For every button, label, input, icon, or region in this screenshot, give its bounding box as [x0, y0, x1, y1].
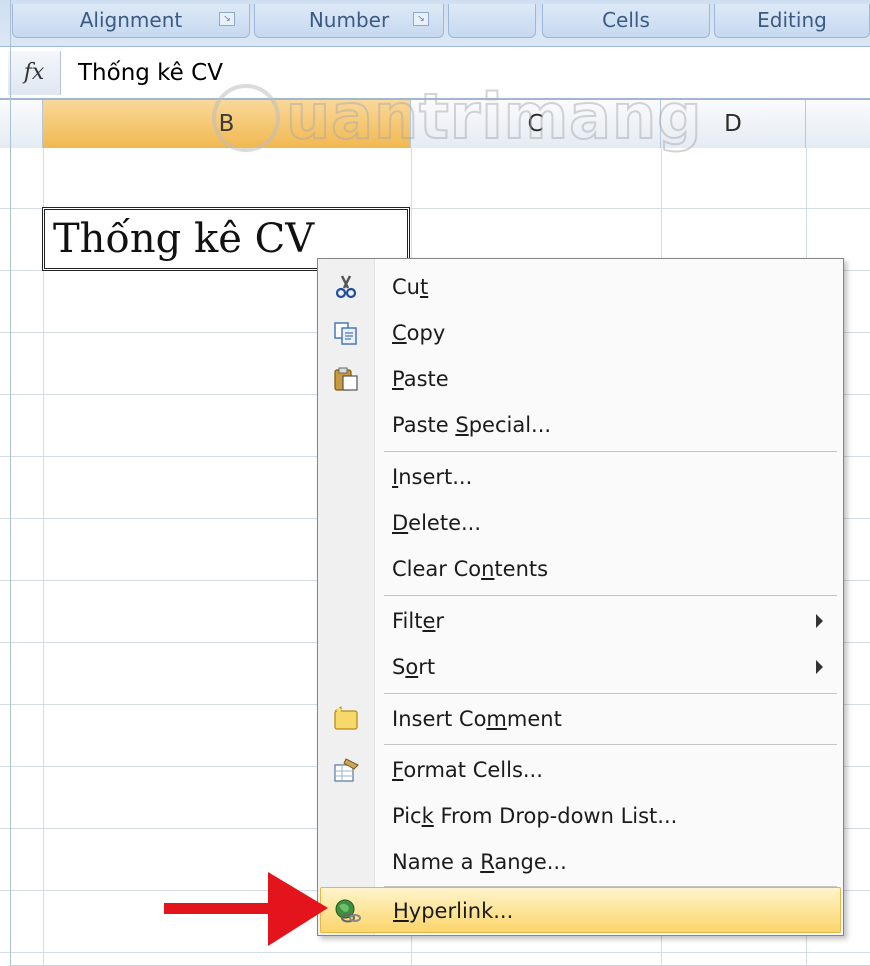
- window-border: [10, 0, 11, 966]
- ribbon-group-editing[interactable]: Editing: [714, 4, 870, 38]
- menu-item-cut[interactable]: Cut: [320, 265, 841, 309]
- context-menu: Cut Copy Paste Paste Special... Insert..…: [317, 258, 844, 936]
- column-header-c[interactable]: C: [411, 100, 661, 148]
- comment-icon: [334, 706, 358, 730]
- paste-icon: [334, 367, 358, 391]
- menu-item-hyperlink[interactable]: Hyperlink...: [320, 887, 841, 933]
- ribbon-group-label: Editing: [757, 8, 827, 32]
- format-cells-icon: [334, 758, 359, 782]
- column-header-e[interactable]: [806, 100, 870, 148]
- menu-separator: [384, 451, 837, 452]
- formula-input[interactable]: Thống kê CV: [78, 55, 223, 91]
- menu-item-clear-contents[interactable]: Clear Contents: [320, 547, 841, 591]
- menu-item-paste[interactable]: Paste: [320, 357, 841, 401]
- formula-bar: fx Thống kê CV: [0, 46, 870, 100]
- copy-icon: [334, 322, 357, 345]
- menu-item-delete[interactable]: Delete...: [320, 501, 841, 545]
- scissors-icon: [335, 275, 357, 299]
- ribbon-group-label: Alignment: [79, 8, 183, 32]
- menu-item-filter[interactable]: Filter: [320, 599, 841, 643]
- insert-function-button[interactable]: fx: [8, 51, 61, 95]
- dialog-launcher-icon[interactable]: ↘: [413, 12, 429, 26]
- column-header-a[interactable]: [0, 100, 43, 148]
- ribbon-group-styles[interactable]: [448, 4, 536, 38]
- ribbon-group-number[interactable]: Number ↘: [254, 4, 444, 38]
- annotation-arrow-icon: [164, 872, 328, 946]
- ribbon-group-cells[interactable]: Cells: [542, 4, 710, 38]
- menu-item-sort[interactable]: Sort: [320, 645, 841, 689]
- hyperlink-globe-icon: [335, 899, 361, 923]
- column-header-row: B C D: [0, 100, 870, 149]
- menu-separator: [384, 693, 837, 694]
- menu-item-paste-special[interactable]: Paste Special...: [320, 403, 841, 447]
- menu-item-name-a-range[interactable]: Name a Range...: [320, 840, 841, 884]
- menu-separator: [384, 595, 837, 596]
- menu-item-insert-comment[interactable]: Insert Comment: [320, 697, 841, 741]
- menu-item-copy[interactable]: Copy: [320, 311, 841, 355]
- menu-item-insert[interactable]: Insert...: [320, 455, 841, 499]
- column-header-b[interactable]: B: [43, 100, 411, 148]
- menu-item-format-cells[interactable]: Format Cells...: [320, 748, 841, 792]
- menu-separator: [384, 744, 837, 745]
- ribbon-group-alignment[interactable]: Alignment ↘: [12, 4, 250, 38]
- submenu-arrow-icon: [816, 660, 823, 674]
- ribbon-group-bar: Alignment ↘ Number ↘ Cells Editing: [0, 0, 870, 46]
- ribbon-group-label: Cells: [602, 8, 650, 32]
- submenu-arrow-icon: [816, 614, 823, 628]
- dialog-launcher-icon[interactable]: ↘: [219, 12, 235, 26]
- menu-item-pick-from-list[interactable]: Pick From Drop-down List...: [320, 794, 841, 838]
- column-header-d[interactable]: D: [661, 100, 806, 148]
